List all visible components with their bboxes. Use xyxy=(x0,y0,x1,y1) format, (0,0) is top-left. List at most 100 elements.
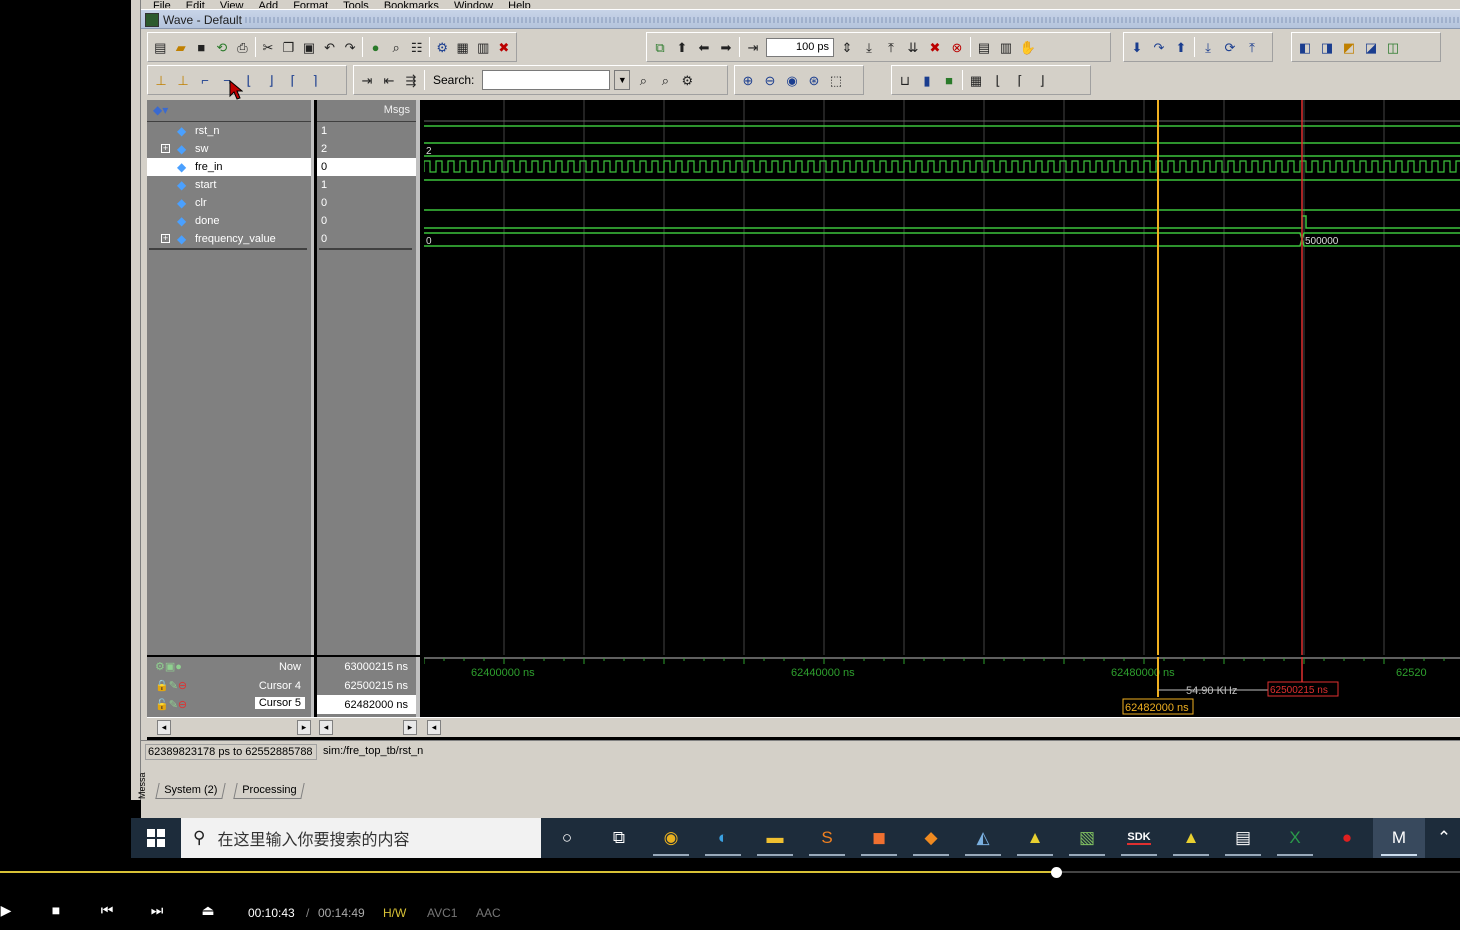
run-length-icon[interactable]: ⇥ xyxy=(744,38,762,56)
taskbar-explorer[interactable]: ▬ xyxy=(749,818,801,858)
run-all-icon[interactable]: ⇊ xyxy=(904,38,922,56)
delete-cursor-icon[interactable]: ⊥ xyxy=(174,71,192,89)
edge-style-2-icon[interactable]: ⌈ xyxy=(1011,71,1029,89)
signal-value-row-sw[interactable]: 2 xyxy=(317,140,416,158)
taskbar-chrome[interactable]: ◉ xyxy=(645,818,697,858)
signal-value-row-start[interactable]: 1 xyxy=(317,176,416,194)
taskbar-app-blue[interactable]: ◭ xyxy=(957,818,1009,858)
edge-style-3-icon[interactable]: ⌋ xyxy=(1033,71,1051,89)
signal-value-row-fre_in[interactable]: 0 xyxy=(317,158,416,176)
taskbar-pdf[interactable]: ◼ xyxy=(853,818,905,858)
previous-icon[interactable]: ⏮ xyxy=(95,902,119,919)
menu-edit[interactable]: Edit xyxy=(186,0,205,8)
taskbar-app-orange[interactable]: ◆ xyxy=(905,818,957,858)
performance-icon[interactable]: ▤ xyxy=(975,38,993,56)
save-icon[interactable]: ■ xyxy=(193,38,210,56)
back-arrow-icon[interactable]: ⬅ xyxy=(695,38,713,56)
next-falling-icon[interactable]: ⌋ xyxy=(262,71,280,89)
tray-expand-button[interactable]: ⌃ xyxy=(1427,818,1460,858)
stop-icon-player[interactable]: ■ xyxy=(44,902,68,918)
cut-icon[interactable]: ✂ xyxy=(260,38,277,56)
play-icon[interactable]: ▶ xyxy=(0,902,18,919)
cortana-button[interactable]: ○ xyxy=(541,818,593,858)
search-back-icon[interactable]: ⌕ xyxy=(634,71,652,89)
eject-icon[interactable]: ⏏ xyxy=(196,902,220,919)
taskbar-sdk[interactable]: SDK xyxy=(1113,818,1165,858)
expand-time-icon[interactable]: ⇥ xyxy=(358,71,376,89)
time-axis-pane[interactable]: 62400000 ns 62440000 ns 62480000 ns 62520 54… xyxy=(424,657,1460,717)
expand-icon[interactable]: + xyxy=(161,144,170,153)
signal-value-row-done[interactable]: 0 xyxy=(317,212,416,230)
continue-icon[interactable]: ⤒ xyxy=(882,38,900,56)
collapse-time-icon[interactable]: ⇤ xyxy=(380,71,398,89)
add-icon[interactable]: ● xyxy=(367,38,384,56)
tab-processing[interactable]: Processing xyxy=(233,783,306,799)
taskbar-window-app[interactable]: ▤ xyxy=(1217,818,1269,858)
signal-value-row-frequency_value[interactable]: 0 xyxy=(317,230,416,248)
insert-cursor-icon[interactable]: ⊥ xyxy=(152,71,170,89)
prev-edge-icon[interactable]: ⌐ xyxy=(196,71,214,89)
zoom-area-icon[interactable]: ⬚ xyxy=(827,71,845,89)
paste-icon[interactable]: ▣ xyxy=(301,38,318,56)
run-length-field[interactable]: 100 ps xyxy=(766,37,834,57)
wave-style-3-icon[interactable]: ■ xyxy=(940,71,958,89)
signal-row-fre_in[interactable]: ◆ fre_in xyxy=(147,158,311,176)
zoom-in-icon[interactable]: ⊕ xyxy=(739,71,757,89)
taskbar-search[interactable]: ⚲ 在这里输入你要搜索的内容 xyxy=(181,818,541,858)
taskbar-recorder[interactable]: ● xyxy=(1321,818,1373,858)
menu-bookmarks[interactable]: Bookmarks xyxy=(384,0,439,8)
signal-row-frequency_value[interactable]: + ◆ frequency_value xyxy=(147,230,311,248)
wave-scroll-left-icon[interactable]: ◂ xyxy=(427,720,441,735)
step-back-out-icon[interactable]: ⤒ xyxy=(1243,38,1261,56)
step-into-icon[interactable]: ⬇ xyxy=(1128,38,1146,56)
step-out-icon[interactable]: ⬆ xyxy=(1172,38,1190,56)
reload-icon[interactable]: ⟲ xyxy=(214,38,231,56)
find-icon[interactable]: ⌕ xyxy=(388,38,405,56)
taskbar-modelsim[interactable]: M xyxy=(1373,818,1425,858)
signal-value-row-rst_n[interactable]: 1 xyxy=(317,122,416,140)
hand-icon[interactable]: ✋ xyxy=(1019,38,1037,56)
menu-add[interactable]: Add xyxy=(259,0,279,8)
next-rising-icon[interactable]: ⌉ xyxy=(306,71,324,89)
signal-group-icon[interactable]: ◆▾ xyxy=(153,103,175,119)
prev-rising-icon[interactable]: ⌈ xyxy=(284,71,302,89)
signal-row-clr[interactable]: ◆ clr xyxy=(147,194,311,212)
edge-style-1-icon[interactable]: ⌊ xyxy=(989,71,1007,89)
run-icon[interactable]: ⤓ xyxy=(860,38,878,56)
title-grip[interactable] xyxy=(245,17,1460,23)
step-over-icon[interactable]: ↷ xyxy=(1150,38,1168,56)
simulate-icon[interactable]: ▥ xyxy=(475,38,492,56)
menu-tools[interactable]: Tools xyxy=(343,0,369,8)
undo-icon[interactable]: ↶ xyxy=(321,38,338,56)
search-forward-icon[interactable]: ⌕ xyxy=(656,71,674,89)
menu-format[interactable]: Format xyxy=(293,0,328,8)
menu-window[interactable]: Window xyxy=(454,0,493,8)
break-sim-icon[interactable]: ⊗ xyxy=(948,38,966,56)
wave-title-bar[interactable]: Wave - Default xyxy=(141,9,1460,29)
step-back-into-icon[interactable]: ⤓ xyxy=(1199,38,1217,56)
start-button[interactable] xyxy=(131,818,181,858)
progress-knob[interactable] xyxy=(1051,867,1063,878)
taskbar-excel[interactable]: X xyxy=(1269,818,1321,858)
signal-row-sw[interactable]: + ◆ sw xyxy=(147,140,311,158)
stop-icon[interactable]: ✖ xyxy=(926,38,944,56)
grid-icon[interactable]: ▦ xyxy=(967,71,985,89)
zoom-full-icon[interactable]: ◉ xyxy=(783,71,801,89)
values-scroll-right-icon[interactable]: ▸ xyxy=(403,720,417,735)
forward-arrow-icon[interactable]: ➡ xyxy=(717,38,735,56)
menu-view[interactable]: View xyxy=(220,0,244,8)
up-arrow-icon[interactable]: ⬆ xyxy=(673,38,691,56)
layout-3-icon[interactable]: ◩ xyxy=(1340,38,1358,56)
redo-icon[interactable]: ↷ xyxy=(342,38,359,56)
values-scroll-left-icon[interactable]: ◂ xyxy=(319,720,333,735)
next-icon[interactable]: ⏭ xyxy=(145,902,169,919)
taskbar-image-app[interactable]: ▧ xyxy=(1061,818,1113,858)
menu-help[interactable]: Help xyxy=(508,0,531,8)
taskbar-edge[interactable]: ◐ xyxy=(697,818,749,858)
tab-system[interactable]: System (2) xyxy=(155,783,226,799)
print-icon[interactable]: ⎙ xyxy=(234,38,251,56)
break-icon[interactable]: ✖ xyxy=(496,38,513,56)
taskbar-vivado[interactable]: ▲ xyxy=(1009,818,1061,858)
spin-icon[interactable]: ⇕ xyxy=(838,38,856,56)
signal-row-done[interactable]: ◆ done xyxy=(147,212,311,230)
